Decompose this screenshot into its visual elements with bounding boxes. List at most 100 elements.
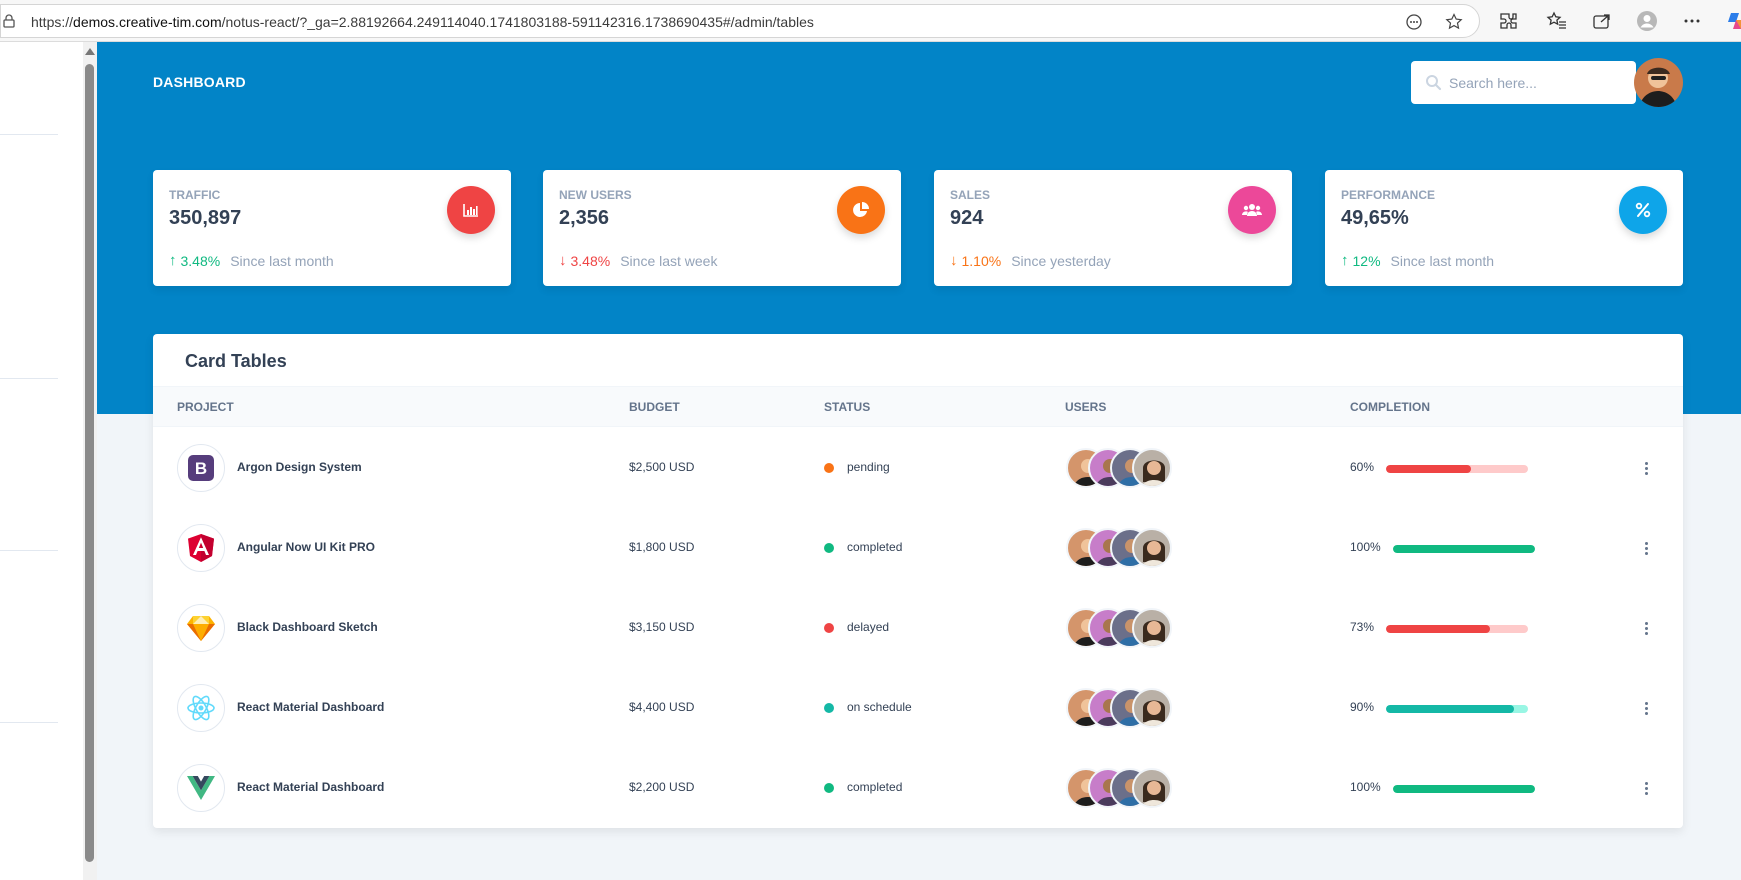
scroll-up-arrow-icon[interactable]: [85, 48, 95, 55]
progress-bar: [1393, 545, 1535, 553]
stat-value: 924: [950, 207, 984, 229]
row-menu-icon[interactable]: [1639, 698, 1653, 718]
status-dot: [824, 543, 834, 553]
status-text: completed: [847, 780, 903, 794]
stat-since: Since last month: [1390, 252, 1495, 269]
profile-icon[interactable]: [1636, 10, 1658, 32]
url-text[interactable]: https://demos.creative-tim.com/notus-rea…: [31, 14, 814, 30]
progress-bar: [1386, 705, 1528, 713]
status-dot: [824, 703, 834, 713]
budget-value: $2,500 USD: [629, 460, 695, 474]
share-icon[interactable]: [1591, 10, 1613, 32]
table-row: Angular Now UI Kit PRO $1,800 USD comple…: [153, 507, 1683, 587]
status-dot: [824, 623, 834, 633]
page-title[interactable]: DASHBOARD: [153, 74, 246, 90]
favorites-icon[interactable]: [1546, 10, 1568, 32]
stat-change: 12%: [1352, 252, 1381, 269]
chart-pie-icon: [837, 186, 885, 234]
stat-title: TRAFFIC: [169, 188, 221, 202]
scroll-thumb[interactable]: [85, 64, 94, 862]
status-text: pending: [847, 460, 890, 474]
stat-footer: ↓ 3.48% Since last week: [559, 252, 717, 269]
stat-card-performance: PERFORMANCE 49,65% ↑ 12% Since last mont…: [1325, 170, 1683, 286]
table-row: React Material Dashboard $4,400 USD on s…: [153, 667, 1683, 747]
row-menu-icon[interactable]: [1639, 538, 1653, 558]
table-title: Card Tables: [185, 351, 287, 371]
stat-title: SALES: [950, 188, 991, 202]
search-icon: [1426, 75, 1442, 91]
reading-view-icon[interactable]: [1405, 13, 1423, 31]
budget-value: $1,800 USD: [629, 540, 695, 554]
stat-card-new-users: NEW USERS 2,356 ↓ 3.48% Since last week: [543, 170, 901, 286]
completion-value: 90%: [1350, 700, 1375, 714]
svg-text:B: B: [195, 459, 207, 478]
more-options-icon[interactable]: [1681, 10, 1703, 32]
url-prefix: https://: [31, 14, 74, 30]
bootstrap-logo-icon: B: [177, 444, 225, 492]
avatar: [1132, 448, 1172, 488]
address-bar[interactable]: https://demos.creative-tim.com/notus-rea…: [0, 4, 1480, 38]
project-name: Black Dashboard Sketch: [237, 620, 378, 634]
budget-value: $3,150 USD: [629, 620, 695, 634]
user-avatar[interactable]: [1634, 58, 1683, 107]
lock-icon: [3, 14, 15, 28]
url-domain: demos.creative-tim.com: [73, 14, 222, 30]
extensions-icon[interactable]: [1497, 10, 1519, 32]
progress-bar: [1393, 785, 1535, 793]
status-text: delayed: [847, 620, 890, 634]
sidebar-divider: [0, 550, 58, 551]
react-logo-icon: [177, 684, 225, 732]
search-input[interactable]: [1449, 61, 1629, 104]
stat-card-sales: SALES 924 ↓ 1.10% Since yesterday: [934, 170, 1292, 286]
sketch-logo-icon: [177, 604, 225, 652]
row-menu-icon[interactable]: [1639, 458, 1653, 478]
stat-change: 1.10%: [961, 252, 1002, 269]
url-path: /notus-react/?_ga=2.88192664.249114040.1…: [221, 14, 814, 30]
browser-toolbar: https://demos.creative-tim.com/notus-rea…: [0, 0, 1741, 42]
avatar: [1132, 608, 1172, 648]
stat-footer: ↑ 12% Since last month: [1341, 252, 1494, 269]
row-menu-icon[interactable]: [1639, 618, 1653, 638]
stat-since: Since last week: [620, 252, 718, 269]
avatar: [1132, 768, 1172, 808]
search-box[interactable]: [1411, 61, 1636, 104]
stat-title: NEW USERS: [559, 188, 632, 202]
sidebar-divider: [0, 134, 58, 135]
progress-fill: [1393, 545, 1535, 553]
status-dot: [824, 463, 834, 473]
card-table: Card Tables PROJECT BUDGET STATUS USERS …: [153, 334, 1683, 828]
completion-value: 100%: [1350, 780, 1381, 794]
status-text: completed: [847, 540, 903, 554]
budget-value: $2,200 USD: [629, 780, 695, 794]
project-name: Angular Now UI Kit PRO: [237, 540, 375, 554]
arrow-up-icon: ↑: [1341, 252, 1349, 269]
stat-value: 350,897: [169, 207, 242, 229]
table-row: React Material Dashboard $2,200 USD comp…: [153, 747, 1683, 827]
row-menu-icon[interactable]: [1639, 778, 1653, 798]
stat-card-traffic: TRAFFIC 350,897 ↑ 3.48% Since last month: [153, 170, 511, 286]
status-dot: [824, 783, 834, 793]
arrow-up-icon: ↑: [169, 252, 177, 269]
project-name: Argon Design System: [237, 460, 362, 474]
column-header-project: PROJECT: [177, 400, 234, 414]
sidebar-divider: [0, 378, 58, 379]
copilot-icon[interactable]: [1725, 10, 1741, 32]
progress-bar: [1386, 625, 1528, 633]
progress-fill: [1386, 625, 1490, 633]
stat-footer: ↑ 3.48% Since last month: [169, 252, 334, 269]
avatar-photo-icon: [1634, 58, 1683, 107]
progress-bar: [1386, 465, 1528, 473]
avatar: [1132, 688, 1172, 728]
table-row: B Argon Design System $2,500 USD pending…: [153, 427, 1683, 507]
table-row: Black Dashboard Sketch $3,150 USD delaye…: [153, 587, 1683, 667]
project-name: React Material Dashboard: [237, 700, 385, 714]
star-icon[interactable]: [1445, 13, 1463, 31]
stat-title: PERFORMANCE: [1341, 188, 1436, 202]
angular-logo-icon: [177, 524, 225, 572]
completion-value: 60%: [1350, 460, 1375, 474]
vue-logo-icon: [177, 764, 225, 812]
arrow-down-icon: ↓: [950, 252, 958, 269]
column-header-status: STATUS: [824, 400, 871, 414]
completion-value: 100%: [1350, 540, 1381, 554]
project-name: React Material Dashboard: [237, 780, 385, 794]
